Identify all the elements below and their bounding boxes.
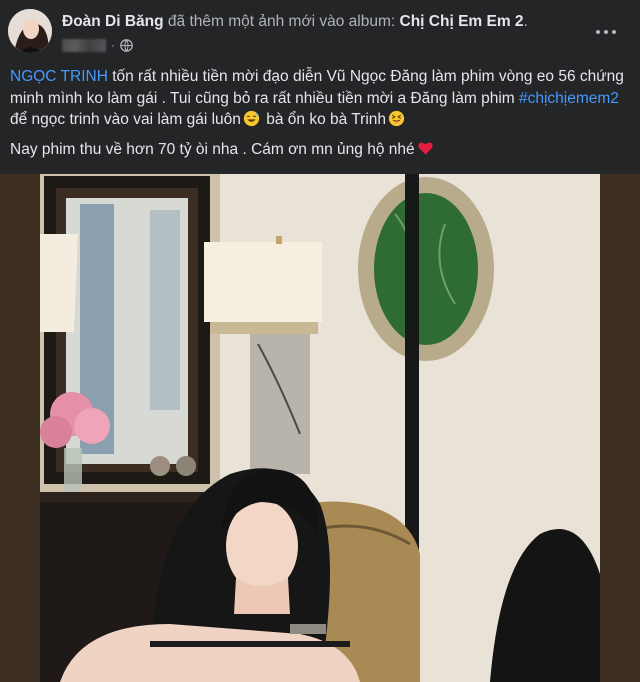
post-photo[interactable] <box>0 174 640 682</box>
post-paragraph-2: Nay phim thu về hơn 70 tỷ òi nha . Cám ơ… <box>10 139 630 161</box>
squint-tongue-emoji-icon <box>388 110 405 127</box>
mention-link[interactable]: NGỌC TRINH <box>10 68 108 85</box>
red-heart-emoji-icon <box>417 142 433 154</box>
more-horizontal-icon[interactable] <box>588 20 624 44</box>
post-header: Đoàn Di Băng đã thêm một ảnh mới vào alb… <box>0 0 640 62</box>
post-card: Đoàn Di Băng đã thêm một ảnh mới vào alb… <box>0 0 640 682</box>
post-timestamp-blurred[interactable] <box>62 38 106 52</box>
more-dot <box>604 30 608 34</box>
meta-separator: · <box>111 38 115 52</box>
body-text-3: bà ổn ko bà Trinh <box>261 111 387 128</box>
album-suffix: . <box>523 13 528 30</box>
post-title-line: Đoàn Di Băng đã thêm một ảnh mới vào alb… <box>62 13 528 31</box>
body-text-2: để ngọc trinh vào vai làm gái luôn <box>10 111 241 128</box>
author-avatar[interactable] <box>8 9 52 53</box>
body-text-4: Nay phim thu về hơn 70 tỷ òi nha . Cám ơ… <box>10 140 415 158</box>
post-paragraph-1: NGỌC TRINH tốn rất nhiều tiền mời đạo di… <box>10 66 630 131</box>
more-dot <box>612 30 616 34</box>
photo-image <box>0 174 640 682</box>
post-meta: · <box>62 37 133 53</box>
sweat-smile-emoji-icon <box>243 110 260 127</box>
more-dot <box>596 30 600 34</box>
avatar-image <box>8 9 52 53</box>
post-action-text: đã thêm một ảnh mới vào album: <box>163 13 400 30</box>
post-body: NGỌC TRINH tốn rất nhiều tiền mời đạo di… <box>10 66 630 160</box>
hashtag-link[interactable]: #chịchịemem2 <box>519 90 619 107</box>
album-name-link[interactable]: Chị Chị Em Em 2 <box>400 13 524 30</box>
globe-icon[interactable] <box>120 38 133 52</box>
author-name[interactable]: Đoàn Di Băng <box>62 13 164 30</box>
